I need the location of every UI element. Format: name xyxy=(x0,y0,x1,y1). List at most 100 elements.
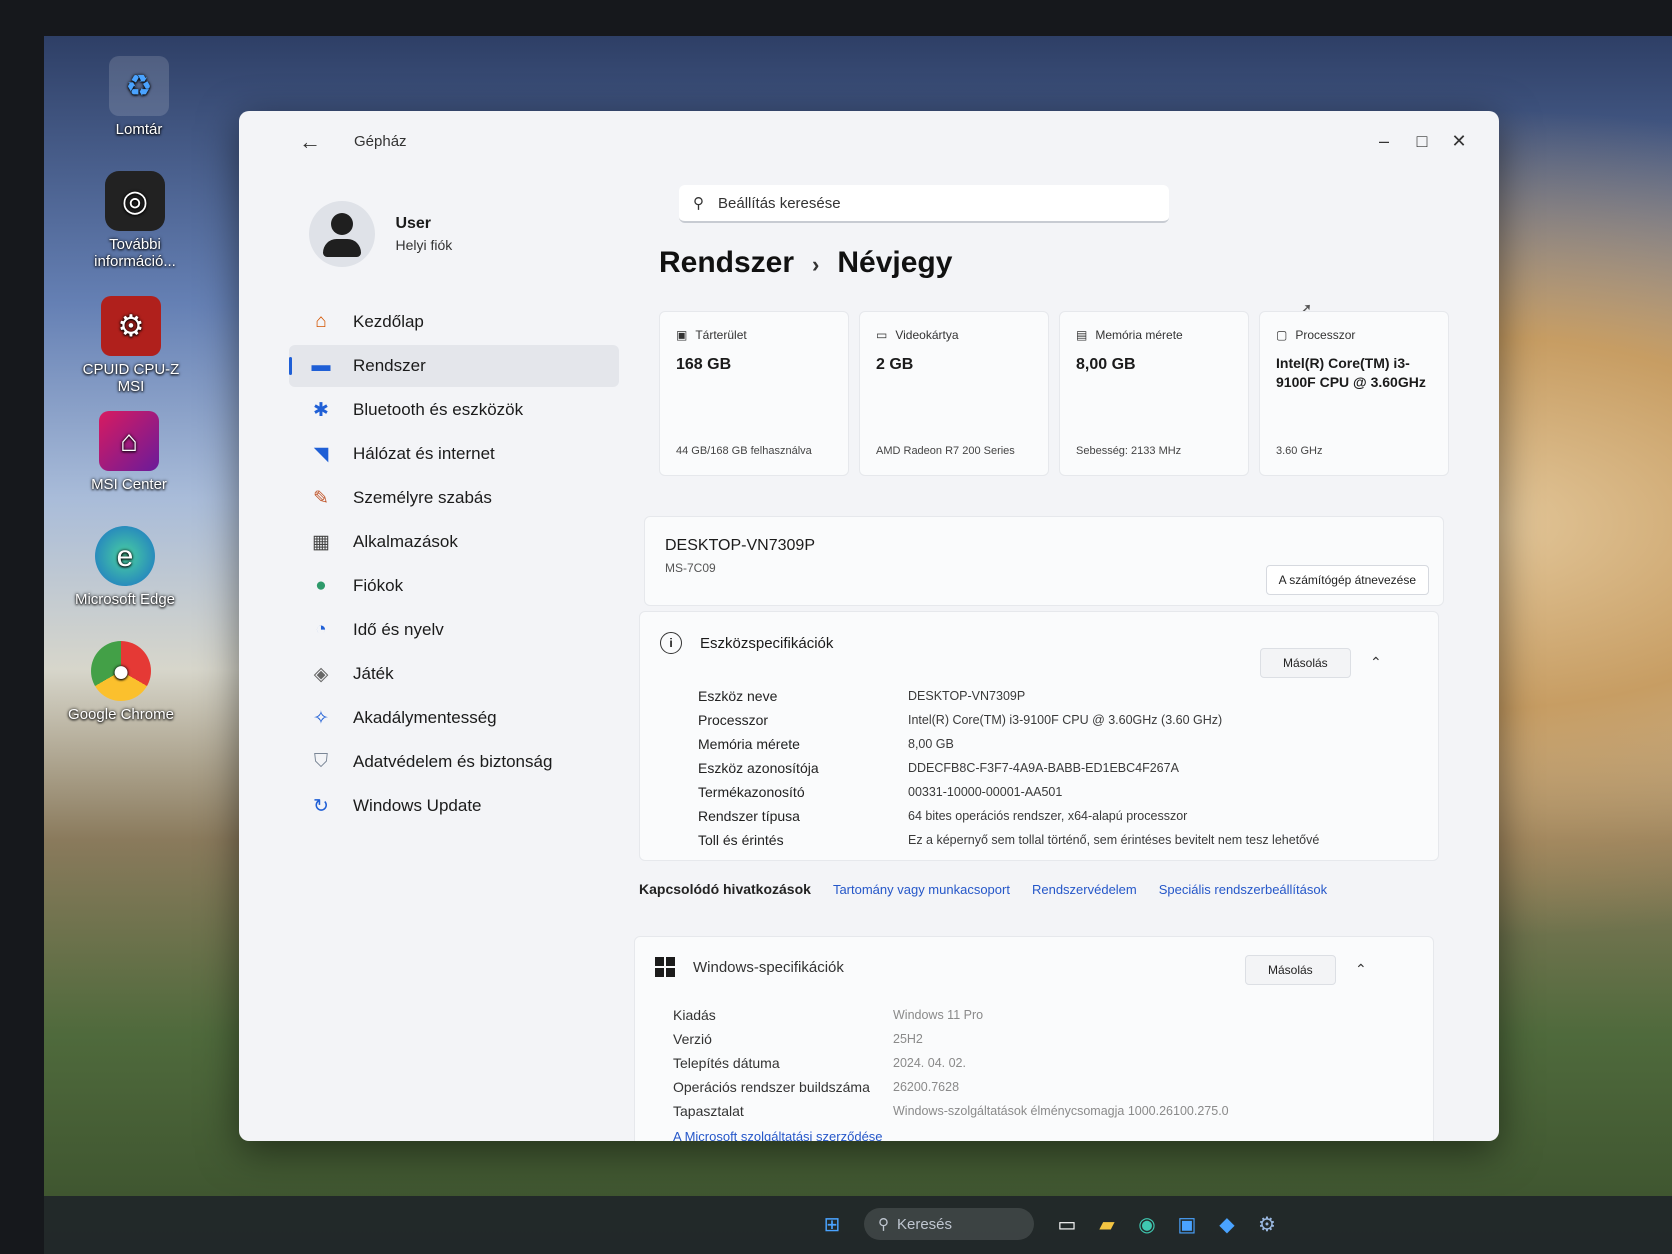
spec-key: Processzor xyxy=(698,712,769,728)
maximize-button[interactable]: □ xyxy=(1407,131,1437,152)
desktop-icon-label: Lomtár xyxy=(115,121,163,138)
sidebar-item-accessibility[interactable]: ✧ Akadálymentesség xyxy=(289,697,619,739)
spec-row: Telepítés dátuma 2024. 04. 02. xyxy=(673,1051,1229,1075)
spec-row: Kiadás Windows 11 Pro xyxy=(673,1003,1229,1027)
spec-value: 26200.7628 xyxy=(893,1080,960,1094)
spec-row: Operációs rendszer buildszáma 26200.7628 xyxy=(673,1075,1229,1099)
app-title: Gépház xyxy=(354,133,407,150)
brush-icon: ✎ xyxy=(313,487,329,509)
desktop-icon-recycle-bin[interactable]: ♻ Lomtár xyxy=(84,56,194,138)
device-specs-header[interactable]: i Eszközspecifikációk xyxy=(660,632,833,654)
settings-taskbar-icon[interactable]: ⚙ xyxy=(1249,1206,1285,1242)
sidebar-item-privacy[interactable]: ⛉ Adatvédelem és biztonság xyxy=(289,741,619,783)
spec-key: Operációs rendszer buildszáma xyxy=(673,1079,870,1095)
breadcrumb: Rendszer › Névjegy xyxy=(659,246,952,280)
sidebar-item-time-language[interactable]: ◔ Idő és nyelv xyxy=(289,609,619,651)
msi-center-icon: ⌂ xyxy=(99,411,159,471)
start-button[interactable]: ⊞ xyxy=(814,1206,850,1242)
bluetooth-icon: ✱ xyxy=(313,399,329,421)
settings-search-input[interactable]: ⚲ Beállítás keresése xyxy=(679,185,1169,223)
apps-icon: ▦ xyxy=(312,531,330,553)
title-bar: ← Gépház – □ ✕ xyxy=(239,111,1499,161)
link-system-protection[interactable]: Rendszervédelem xyxy=(1032,882,1137,897)
close-button[interactable]: ✕ xyxy=(1444,131,1474,152)
chrome-icon: ● xyxy=(91,641,151,701)
msi-taskbar-icon[interactable]: ◆ xyxy=(1209,1206,1245,1242)
account-type: Helyi fiók xyxy=(395,237,453,253)
desktop-icon-label: Google Chrome xyxy=(68,706,174,723)
sidebar-item-label: Idő és nyelv xyxy=(353,620,444,639)
ms-services-agreement-link[interactable]: A Microsoft szolgáltatási szerződése xyxy=(673,1129,883,1141)
search-icon: ⚲ xyxy=(878,1216,889,1233)
link-advanced-system-settings[interactable]: Speciális rendszerbeállítások xyxy=(1159,882,1327,897)
rename-pc-button[interactable]: A számítógép átnevezése xyxy=(1265,565,1429,595)
taskbar-search[interactable]: ⚲ Keresés xyxy=(864,1208,1034,1240)
recycle-bin-icon: ♻ xyxy=(109,56,169,116)
minimize-button[interactable]: – xyxy=(1369,131,1399,152)
chevron-up-icon[interactable]: ⌃ xyxy=(1355,961,1367,978)
cpu-icon: ▢ xyxy=(1276,328,1288,342)
card-title: Processzor xyxy=(1295,328,1356,342)
hardware-summary-cards: ▣ Tárterület 168 GB 44 GB/168 GB felhaszn… xyxy=(659,311,1449,481)
spec-key: Memória mérete xyxy=(698,736,800,752)
link-domain-workgroup[interactable]: Tartomány vagy munkacsoport xyxy=(833,882,1010,897)
sidebar-item-system[interactable]: ▬ Rendszer xyxy=(289,345,619,387)
desktop-icon-label: Microsoft Edge xyxy=(74,591,176,608)
card-sub: AMD Radeon R7 200 Series xyxy=(876,445,1015,457)
breadcrumb-parent[interactable]: Rendszer xyxy=(659,246,794,279)
card-sub: 44 GB/168 GB felhasználva xyxy=(676,445,812,457)
storage-icon: ▣ xyxy=(676,328,688,342)
sidebar-item-label: Rendszer xyxy=(353,356,426,375)
cpu-card[interactable]: ▢ Processzor Intel(R) Core(TM) i3-9100F C… xyxy=(1259,311,1449,476)
store-icon[interactable]: ▣ xyxy=(1169,1206,1205,1242)
memory-card[interactable]: ▤ Memória mérete 8,00 GB Sebesség: 2133 M… xyxy=(1059,311,1249,476)
spec-value: Intel(R) Core(TM) i3-9100F CPU @ 3.60GHz… xyxy=(908,713,1223,727)
file-explorer-icon[interactable]: ▰ xyxy=(1089,1206,1125,1242)
spec-row: Eszköz azonosítója DDECFB8C-F3F7-4A9A-BAB… xyxy=(698,756,1319,780)
card-title: Tárterület xyxy=(695,328,747,342)
sidebar-item-label: Hálózat és internet xyxy=(353,444,495,463)
sidebar-item-gaming[interactable]: ◈ Játék xyxy=(289,653,619,695)
user-profile[interactable]: User Helyi fiók xyxy=(309,201,452,267)
spec-value: 00331-10000-00001-AA501 xyxy=(908,785,1063,799)
spec-row: Rendszer típusa 64 bites operációs rendsz… xyxy=(698,804,1319,828)
memory-icon: ▤ xyxy=(1076,328,1088,342)
card-title: Videokártya xyxy=(895,328,959,342)
gpu-card[interactable]: ▭ Videokártya 2 GB AMD Radeon R7 200 Seri… xyxy=(859,311,1049,476)
desktop-icon-msi-center[interactable]: ⌂ MSI Center xyxy=(74,411,184,493)
spec-key: Termékazonosító xyxy=(698,784,805,800)
page-title: Névjegy xyxy=(837,246,953,279)
desktop-icon-info[interactable]: ◎ További információ... xyxy=(80,171,190,270)
desktop-icon-label: További információ... xyxy=(94,236,176,270)
sidebar-item-home[interactable]: ⌂ Kezdőlap xyxy=(289,301,619,343)
copy-device-specs-button[interactable]: Másolás xyxy=(1260,648,1351,678)
sidebar-item-windows-update[interactable]: ↻ Windows Update xyxy=(289,785,619,827)
spec-key: Telepítés dátuma xyxy=(673,1055,780,1071)
taskbar-search-placeholder: Keresés xyxy=(897,1215,953,1233)
avatar xyxy=(309,201,375,267)
sidebar-item-personalization[interactable]: ✎ Személyre szabás xyxy=(289,477,619,519)
sidebar-item-apps[interactable]: ▦ Alkalmazások xyxy=(289,521,619,563)
desktop-icon-chrome[interactable]: ● Google Chrome xyxy=(66,641,176,723)
spec-row: Tapasztalat Windows-szolgáltatások élmény… xyxy=(673,1099,1229,1123)
chevron-up-icon[interactable]: ⌃ xyxy=(1370,654,1382,671)
edge-taskbar-icon[interactable]: ◉ xyxy=(1129,1206,1165,1242)
windows-specs-panel: Windows-specifikációk Másolás ⌃ Kiadás Wi… xyxy=(634,936,1434,1141)
card-sub: 3.60 GHz xyxy=(1276,445,1323,457)
back-button[interactable]: ← xyxy=(299,129,321,155)
sidebar-item-bluetooth[interactable]: ✱ Bluetooth és eszközök xyxy=(289,389,619,431)
desktop-icon-edge[interactable]: e Microsoft Edge xyxy=(70,526,180,608)
windows-specs-header[interactable]: Windows-specifikációk xyxy=(655,957,844,977)
storage-card[interactable]: ▣ Tárterület 168 GB 44 GB/168 GB felhaszn… xyxy=(659,311,849,476)
card-sub: Sebesség: 2133 MHz xyxy=(1076,445,1182,457)
task-view-icon[interactable]: ▭ xyxy=(1049,1206,1085,1242)
sidebar-item-label: Adatvédelem és biztonság xyxy=(353,752,553,771)
windows-logo-icon xyxy=(655,957,675,977)
sidebar-item-network[interactable]: ◥ Hálózat és internet xyxy=(289,433,619,475)
home-icon: ⌂ xyxy=(315,311,327,332)
gpu-icon: ▭ xyxy=(876,328,888,342)
sidebar-item-label: Bluetooth és eszközök xyxy=(353,400,524,419)
copy-windows-specs-button[interactable]: Másolás xyxy=(1245,955,1336,985)
desktop-icon-cpuz[interactable]: ⚙ CPUID CPU-Z MSI xyxy=(76,296,186,395)
sidebar-item-accounts[interactable]: ● Fiókok xyxy=(289,565,619,607)
